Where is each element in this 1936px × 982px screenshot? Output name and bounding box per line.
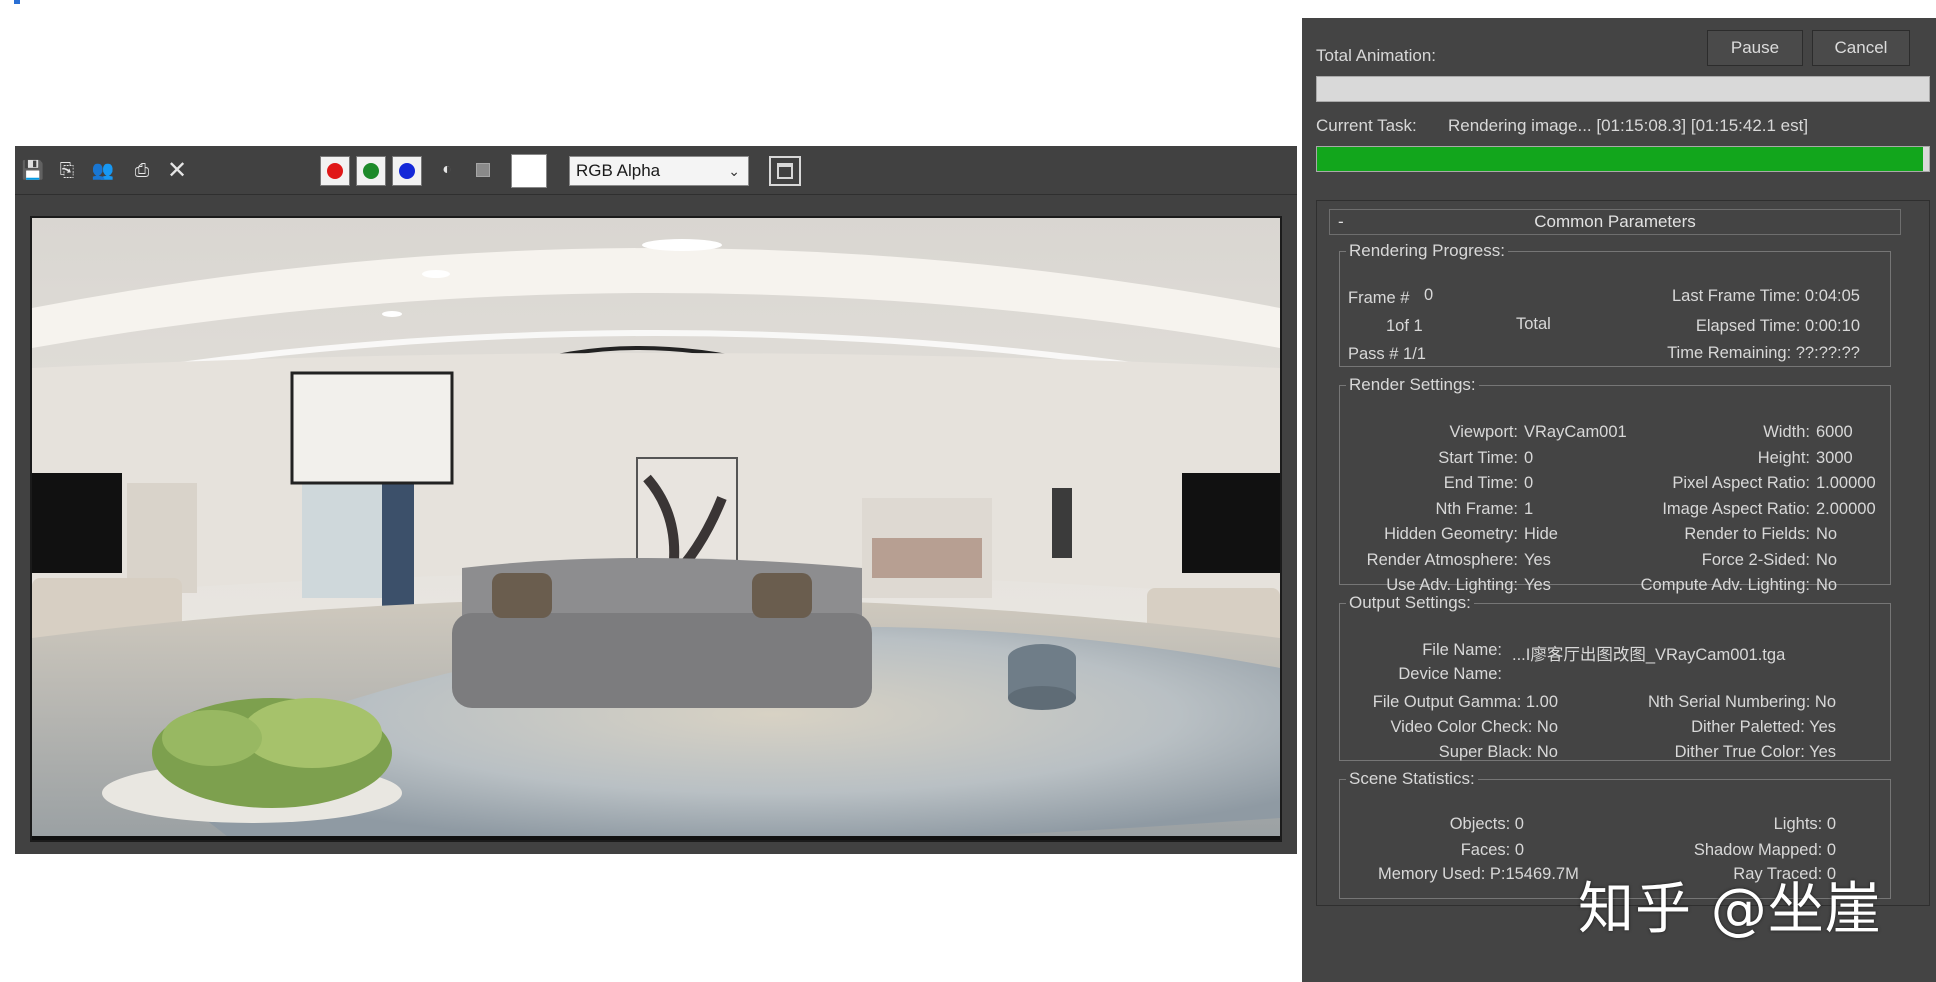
channel-select[interactable]: RGB Alpha ⌄	[569, 156, 749, 186]
file-name-label: File Name:	[1422, 641, 1502, 659]
current-task-text: Rendering image... [01:15:08.3] [01:15:4…	[1448, 116, 1809, 135]
watermark-text: 知乎 @坐崖	[1578, 877, 1882, 942]
rendering-progress-legend: Rendering Progress:	[1349, 241, 1505, 260]
frame-value: 0	[1424, 286, 1434, 304]
objects-stat: Objects: 0	[1449, 815, 1524, 833]
output-setting-right: Dither True Color: Yes	[1674, 743, 1836, 761]
render-setting-value: 3000	[1816, 448, 1853, 467]
time-remaining: Time Remaining: ??:??:??	[1667, 344, 1860, 362]
rendering-dialog: Pause Cancel Total Animation: Current Ta…	[1302, 18, 1936, 982]
monochrome-icon[interactable]: ◐	[435, 158, 459, 182]
render-setting-label: Nth Frame:	[1435, 499, 1518, 518]
render-setting-value: 2.00000	[1816, 499, 1876, 518]
render-setting-label: Width:	[1763, 423, 1810, 441]
alpha-background-icon[interactable]	[471, 158, 495, 182]
cancel-button[interactable]: Cancel	[1812, 30, 1910, 66]
output-setting-left: Video Color Check: No	[1390, 718, 1558, 736]
red-dot-icon	[327, 163, 343, 179]
render-setting-value: No	[1816, 525, 1838, 543]
pause-button[interactable]: Pause	[1707, 30, 1803, 66]
render-setting-value: 1.00000	[1816, 474, 1876, 492]
file-name-value: ...I廖客厅出图改图_VRayCam001.tga	[1512, 646, 1786, 664]
scene-statistics-legend: Scene Statistics:	[1349, 769, 1475, 788]
render-setting-label: Image Aspect Ratio:	[1662, 499, 1810, 518]
pass-text: Pass # 1/1	[1348, 345, 1426, 363]
green-dot-icon	[363, 163, 379, 179]
top-edge-marker	[14, 0, 20, 4]
clear-icon[interactable]: ✕	[165, 157, 189, 184]
chevron-down-icon: ⌄	[728, 163, 740, 179]
render-settings-legend: Render Settings:	[1349, 375, 1476, 394]
rendered-panorama	[32, 218, 1280, 840]
render-setting-value: VRayCam001	[1524, 423, 1627, 441]
frame-buffer-toolbar: 💾 ⎘ 👥 ⎙ ✕ ◐ RGB Alpha ⌄	[15, 146, 1297, 195]
render-setting-value: No	[1816, 550, 1838, 569]
lights-stat: Lights: 0	[1773, 815, 1836, 833]
render-setting-label: Render to Fields:	[1684, 525, 1810, 543]
render-settings-group: Render Settings: Viewport: VRayCam001 Star…	[1339, 375, 1891, 594]
last-frame-time: Last Frame Time: 0:04:05	[1671, 287, 1860, 305]
common-parameters-header[interactable]: - Common Parameters	[1329, 209, 1901, 235]
save-icon[interactable]: 💾	[21, 158, 45, 182]
render-setting-label: Height:	[1757, 448, 1810, 467]
current-task-progress-bar	[1316, 146, 1930, 172]
render-setting-value: 0	[1524, 448, 1534, 467]
render-setting-label: Pixel Aspect Ratio:	[1672, 474, 1810, 492]
frame-label: Frame #	[1348, 289, 1410, 307]
red-channel-toggle[interactable]	[320, 156, 350, 186]
render-setting-value: 1	[1524, 499, 1534, 518]
device-name-label: Device Name:	[1398, 665, 1502, 683]
print-icon[interactable]: ⎙	[130, 158, 154, 182]
clone-icon[interactable]: 👥	[91, 158, 115, 182]
output-setting-left: Super Black: No	[1438, 743, 1558, 761]
green-channel-toggle[interactable]	[356, 156, 386, 186]
render-viewport	[30, 216, 1282, 842]
render-setting-value: Yes	[1524, 550, 1551, 569]
render-setting-label: End Time:	[1443, 474, 1518, 492]
total-animation-progress-bar	[1316, 76, 1930, 102]
render-setting-label: Render Atmosphere:	[1366, 550, 1518, 569]
copy-icon[interactable]: ⎘	[55, 158, 79, 182]
common-parameters-title: Common Parameters	[1534, 212, 1696, 231]
collapse-toggle[interactable]: -	[1338, 210, 1344, 234]
output-settings-legend: Output Settings:	[1349, 593, 1471, 612]
current-task-progress-fill	[1317, 147, 1923, 171]
render-setting-value: Hide	[1524, 525, 1558, 543]
shadow-mapped-stat: Shadow Mapped: 0	[1693, 841, 1836, 859]
color-swatch[interactable]	[511, 154, 547, 188]
rendering-progress-group: Rendering Progress: Frame # 0 1of 1 Tota…	[1339, 241, 1891, 367]
memory-used-stat: Memory Used: P:15469.7M	[1378, 865, 1579, 883]
total-text: Total	[1516, 315, 1551, 333]
output-settings-group: Output Settings: File Name: ...I廖客厅出图改图_…	[1339, 593, 1891, 761]
display-window-icon[interactable]	[769, 156, 801, 186]
frame-buffer-window: 💾 ⎘ 👥 ⎙ ✕ ◐ RGB Alpha ⌄	[15, 146, 1297, 854]
output-setting-right: Dither Paletted: Yes	[1691, 718, 1836, 736]
render-setting-label: Start Time:	[1438, 448, 1518, 467]
faces-stat: Faces: 0	[1460, 841, 1524, 859]
render-setting-value: 6000	[1816, 423, 1853, 441]
current-task-label: Current Task:	[1316, 116, 1417, 135]
blue-dot-icon	[399, 163, 415, 179]
render-setting-label: Force 2-Sided:	[1701, 550, 1810, 569]
elapsed-time: Elapsed Time: 0:00:10	[1695, 317, 1860, 335]
output-setting-left: File Output Gamma: 1.00	[1372, 693, 1558, 711]
render-setting-label: Hidden Geometry:	[1384, 525, 1518, 543]
blue-channel-toggle[interactable]	[392, 156, 422, 186]
total-animation-label: Total Animation:	[1316, 46, 1437, 65]
common-parameters-panel: - Common Parameters Rendering Progress: …	[1316, 200, 1930, 906]
of-frames-text: 1of 1	[1386, 317, 1423, 335]
output-setting-right: Nth Serial Numbering: No	[1648, 693, 1836, 711]
render-setting-value: 0	[1524, 474, 1534, 492]
render-setting-label: Viewport:	[1449, 423, 1518, 441]
channel-select-value: RGB Alpha	[576, 161, 661, 180]
